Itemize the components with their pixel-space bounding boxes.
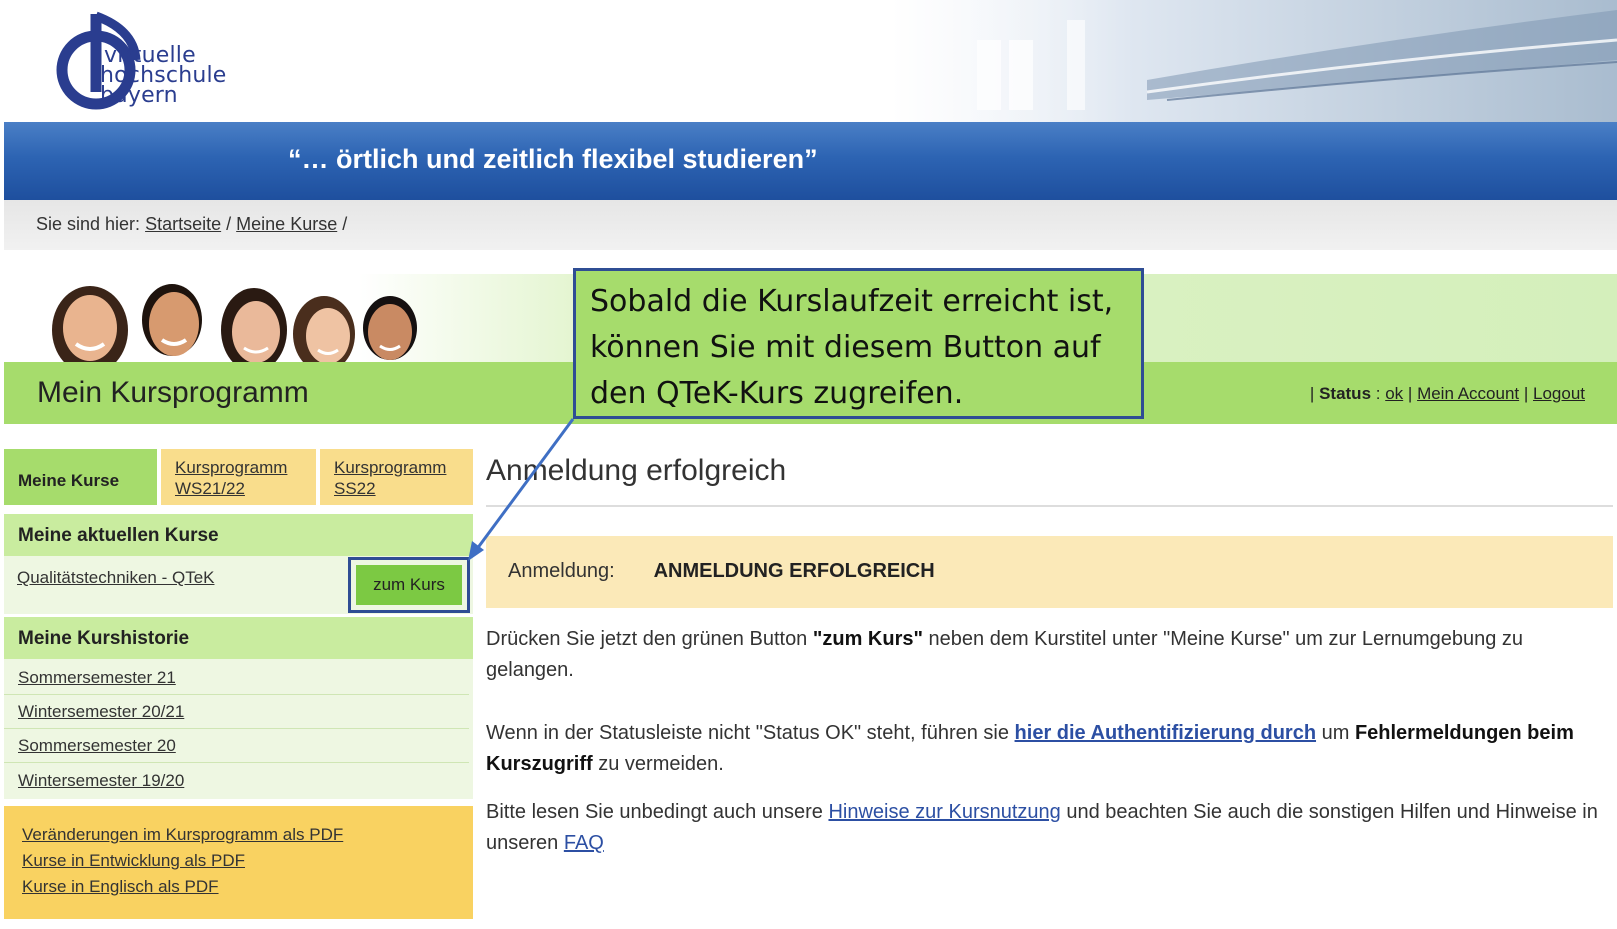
students-photo: [52, 284, 417, 364]
page-title: Anmeldung erfolgreich: [486, 454, 787, 487]
breadcrumb-separator: /: [226, 214, 232, 234]
lecture-hall-image: [917, 0, 1617, 122]
zum-kurs-button[interactable]: zum Kurs: [356, 565, 462, 605]
tab-label-line1: Kursprogramm: [334, 458, 447, 477]
breadcrumb-separator: /: [342, 214, 348, 234]
instruction-paragraph: Drücken Sie jetzt den grünen Button "zum…: [486, 624, 1613, 686]
history-divider: [4, 694, 469, 695]
site-header: virtuelle hochschule bayern “… örtlich u…: [4, 0, 1617, 200]
callout-line: können Sie mit diesem Button auf: [590, 330, 1101, 365]
course-link-qtek[interactable]: Qualitätstechniken - QTeK: [17, 568, 214, 588]
status-label: Status: [1319, 384, 1372, 403]
text-span: Wenn in der Statusleiste nicht "Status O…: [486, 722, 1015, 744]
tab-kursprogramm-ss[interactable]: Kursprogramm SS22: [320, 449, 473, 505]
slogan: “… örtlich und zeitlich flexibel studier…: [288, 144, 818, 174]
text-bold: "zum Kurs": [812, 628, 923, 650]
tab-kursprogramm-ws[interactable]: Kursprogramm WS21/22: [161, 449, 316, 505]
text-span: Drücken Sie jetzt den grünen Button: [486, 628, 813, 650]
tab-label-line2: SS22: [334, 479, 376, 498]
title-divider: [486, 505, 1613, 507]
callout-box: Sobald die Kurslaufzeit erreicht ist, kö…: [573, 268, 1144, 419]
authentication-link[interactable]: hier die Authentifizierung durch: [1015, 722, 1316, 744]
tab-label-line2: WS21/22: [175, 479, 245, 498]
hints-paragraph: Bitte lesen Sie unbedingt auch unsere Hi…: [486, 797, 1613, 859]
callout-line: Sobald die Kurslaufzeit erreicht ist,: [590, 284, 1114, 319]
notice-label: Anmeldung:: [508, 560, 615, 582]
mein-account-link[interactable]: Mein Account: [1417, 384, 1519, 403]
pdf-links-box: Veränderungen im Kursprogramm als PDF Ku…: [4, 806, 473, 919]
pdf-link-veraenderungen[interactable]: Veränderungen im Kursprogramm als PDF: [22, 822, 473, 848]
tab-kursprogramm-ws-link[interactable]: Kursprogramm WS21/22: [175, 458, 287, 498]
pdf-link-englisch[interactable]: Kurse in Englisch als PDF: [22, 874, 473, 900]
history-item[interactable]: Sommersemester 21: [18, 668, 176, 688]
current-courses-heading: Meine aktuellen Kurse: [4, 514, 473, 556]
user-status-bar: | Status : ok | Mein Account | Logout: [1309, 384, 1585, 403]
breadcrumb: Sie sind hier: Startseite / Meine Kurse …: [4, 200, 1617, 250]
breadcrumb-prefix: Sie sind hier:: [36, 214, 141, 234]
logout-link[interactable]: Logout: [1533, 384, 1585, 403]
notice-value: ANMELDUNG ERFOLGREICH: [653, 560, 935, 582]
logo-text: virtuelle hochschule bayern: [100, 45, 227, 108]
faq-link[interactable]: FAQ: [564, 832, 604, 854]
logo-line-3: bayern: [100, 83, 178, 108]
zum-kurs-highlight: zum Kurs: [348, 557, 470, 613]
history-divider: [4, 762, 469, 763]
hinweise-link[interactable]: Hinweise zur Kursnutzung: [828, 801, 1060, 823]
text-span: zu vermeiden.: [592, 753, 724, 775]
program-title: Mein Kursprogramm: [37, 376, 309, 409]
breadcrumb-link-startseite[interactable]: Startseite: [145, 214, 221, 234]
status-ok-link[interactable]: ok: [1385, 384, 1403, 403]
history-item[interactable]: Sommersemester 20: [18, 736, 176, 756]
slogan-banner: “… örtlich und zeitlich flexibel studier…: [4, 122, 1617, 200]
history-item[interactable]: Wintersemester 20/21: [18, 702, 184, 722]
course-tabs: Meine Kurse Kursprogramm WS21/22 Kurspro…: [4, 449, 473, 505]
text-span: um: [1316, 722, 1355, 744]
registration-notice: Anmeldung: ANMELDUNG ERFOLGREICH: [486, 536, 1613, 608]
history-item[interactable]: Wintersemester 19/20: [18, 771, 184, 791]
status-paragraph: Wenn in der Statusleiste nicht "Status O…: [486, 718, 1613, 780]
history-divider: [4, 728, 469, 729]
history-heading: Meine Kurshistorie: [4, 617, 473, 659]
tab-meine-kurse[interactable]: Meine Kurse: [4, 449, 157, 505]
header-top: virtuelle hochschule bayern: [4, 0, 1617, 122]
text-span: Bitte lesen Sie unbedingt auch unsere: [486, 801, 829, 823]
pdf-link-entwicklung[interactable]: Kurse in Entwicklung als PDF: [22, 848, 473, 874]
callout-line: den QTeK-Kurs zugreifen.: [590, 376, 964, 411]
tab-kursprogramm-ss-link[interactable]: Kursprogramm SS22: [334, 458, 446, 498]
breadcrumb-link-meine-kurse[interactable]: Meine Kurse: [236, 214, 337, 234]
tab-label-line1: Kursprogramm: [175, 458, 288, 477]
